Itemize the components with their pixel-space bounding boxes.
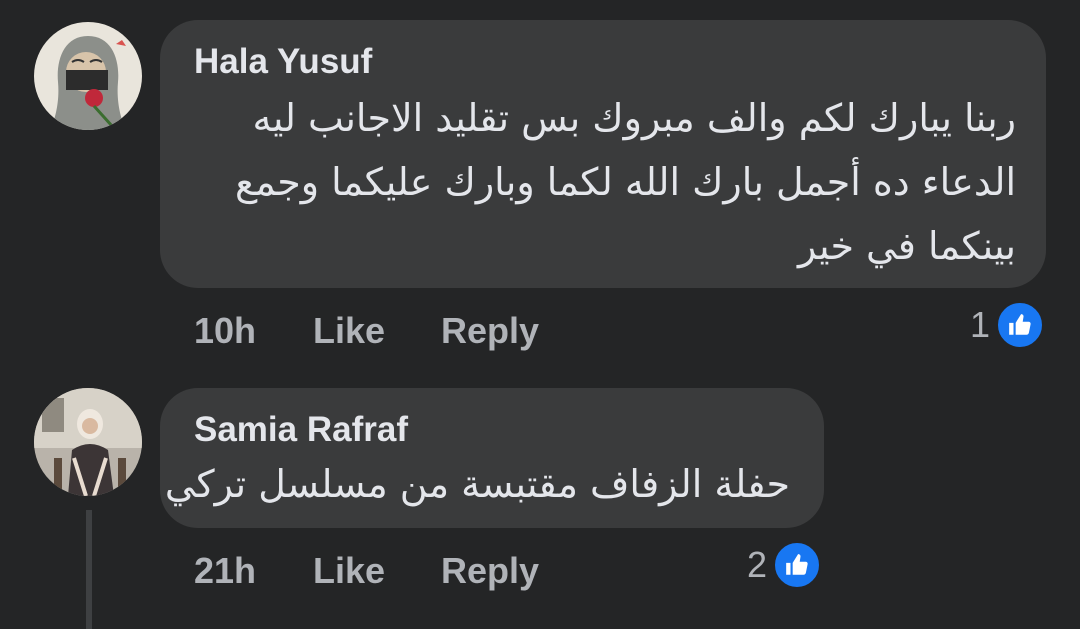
reaction-count: 2 xyxy=(747,544,768,585)
thumbs-up-icon xyxy=(996,301,1045,349)
comment-author[interactable]: Hala Yusuf xyxy=(194,42,372,82)
comment-text: ربنا يبارك لكم والف مبروك بس تقليد الاجا… xyxy=(196,86,1016,278)
comment-text-line: بينكما في خير xyxy=(798,224,1016,268)
avatar-image xyxy=(34,22,142,130)
like-button[interactable]: Like xyxy=(313,550,385,592)
reply-button[interactable]: Reply xyxy=(441,550,539,592)
reaction-summary[interactable]: 1 xyxy=(970,301,1045,349)
comment-text-line: ربنا يبارك لكم والف مبروك بس تقليد الاجا… xyxy=(252,96,1016,140)
avatar-image xyxy=(34,388,142,496)
thumbs-up-icon xyxy=(773,541,822,589)
reaction-summary[interactable]: 2 xyxy=(747,541,822,589)
reaction-count: 1 xyxy=(970,304,991,345)
comment-timestamp[interactable]: 21h xyxy=(194,550,256,592)
comment-text: حفلة الزفاف مقتبسة من مسلسل تركي xyxy=(164,452,790,516)
reply-button[interactable]: Reply xyxy=(441,310,539,352)
avatar[interactable] xyxy=(34,388,142,496)
like-button[interactable]: Like xyxy=(313,310,385,352)
comment-author[interactable]: Samia Rafraf xyxy=(194,410,408,450)
comment-text-line: الدعاء ده أجمل بارك الله لكما وبارك عليك… xyxy=(235,160,1016,204)
comment-text-line: حفلة الزفاف مقتبسة من مسلسل تركي xyxy=(164,462,790,506)
avatar[interactable] xyxy=(34,22,142,130)
reply-thread-line xyxy=(86,510,92,629)
comment-timestamp[interactable]: 10h xyxy=(194,310,256,352)
